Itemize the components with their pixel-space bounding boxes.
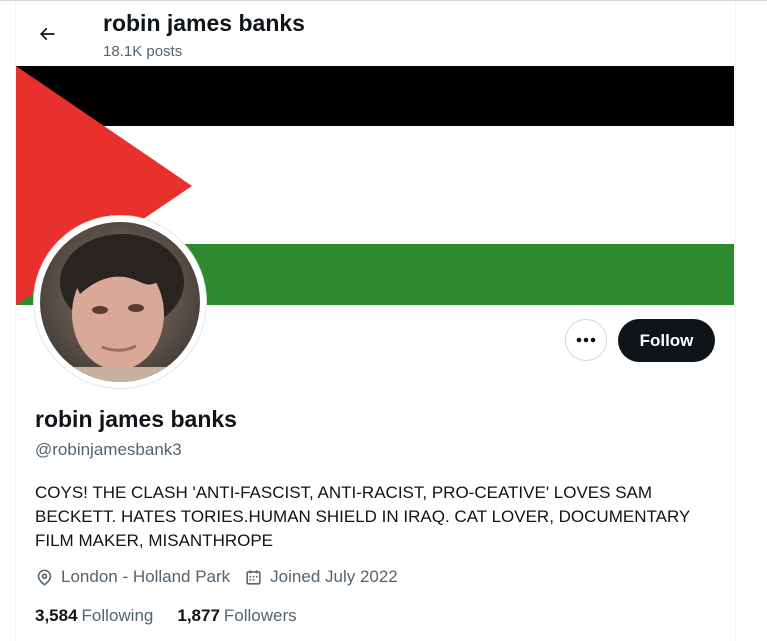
profile-photo xyxy=(40,222,200,382)
more-horizontal-icon xyxy=(576,337,596,343)
location-pin-icon xyxy=(35,568,54,587)
user-handle: @robinjamesbank3 xyxy=(35,440,182,459)
followers-count: 1,877 xyxy=(177,606,220,625)
location-text: London - Holland Park xyxy=(61,567,231,586)
arrow-left-icon xyxy=(39,27,55,41)
following-link[interactable]: 3,584 Following xyxy=(35,606,153,626)
more-options-button[interactable] xyxy=(565,319,607,361)
avatar[interactable] xyxy=(34,216,206,388)
follow-button[interactable]: Follow xyxy=(618,319,715,362)
header-title: robin james banks xyxy=(103,10,305,36)
join-date: Joined July 2022 xyxy=(244,567,398,587)
location: London - Holland Park xyxy=(35,567,230,587)
followers-label: Followers xyxy=(223,606,297,625)
post-count: 18.1K posts xyxy=(103,43,183,60)
follow-stats: 3,584 Following 1,877 Followers xyxy=(35,606,321,626)
back-button[interactable] xyxy=(30,17,64,51)
following-label: Following xyxy=(81,606,154,625)
profile-meta: London - Holland Park Joined July 2022 xyxy=(35,567,412,587)
calendar-icon xyxy=(244,568,263,587)
join-date-text: Joined July 2022 xyxy=(270,567,398,586)
profile-bio: COYS! THE CLASH 'ANTI-FASCIST, ANTI-RACI… xyxy=(35,483,690,550)
following-count: 3,584 xyxy=(35,606,78,625)
followers-link[interactable]: 1,877 Followers xyxy=(177,606,296,626)
top-bar: robin james banks 18.1K posts xyxy=(0,0,767,67)
display-name: robin james banks xyxy=(35,406,237,432)
